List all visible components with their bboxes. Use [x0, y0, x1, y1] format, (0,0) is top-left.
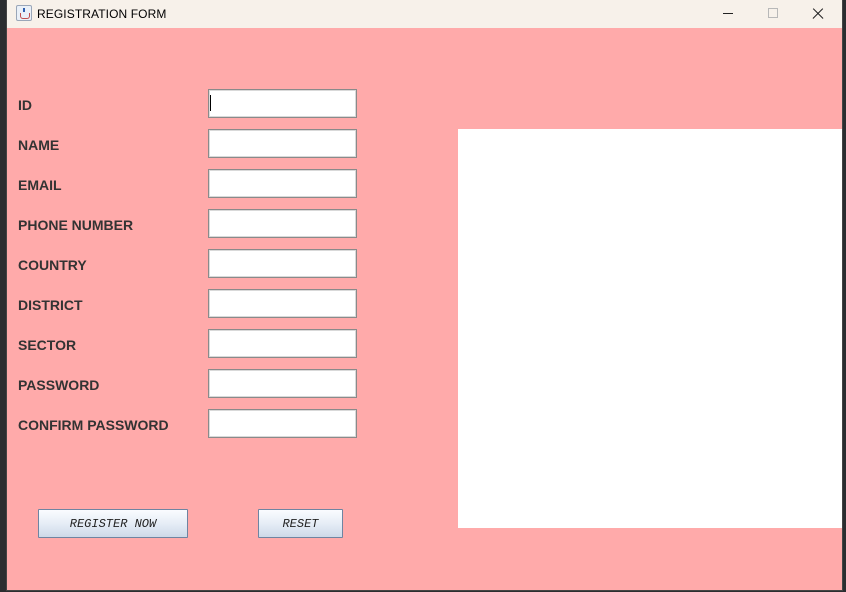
field-row-password: PASSWORD [7, 369, 367, 399]
field-row-confirm-password: CONFIRM PASSWORD [7, 409, 367, 439]
text-cursor [210, 95, 211, 111]
confirm-password-label: CONFIRM PASSWORD [18, 417, 169, 433]
district-label: DISTRICT [18, 297, 83, 313]
phone-number-label: PHONE NUMBER [18, 217, 134, 233]
name-input[interactable] [208, 129, 357, 158]
confirm-password-input[interactable] [208, 409, 357, 438]
sector-input[interactable] [208, 329, 357, 358]
field-row-district: DISTRICT [7, 289, 367, 319]
reset-button[interactable]: RESET [258, 509, 343, 538]
java-app-icon [16, 5, 32, 21]
display-panel [458, 129, 842, 528]
country-label: COUNTRY [18, 257, 87, 273]
close-icon[interactable] [795, 0, 840, 28]
field-row-sector: SECTOR [7, 329, 367, 359]
window-title: REGISTRATION FORM [37, 7, 167, 21]
email-input[interactable] [208, 169, 357, 198]
field-row-country: COUNTRY [7, 249, 367, 279]
field-row-phone-number: PHONE NUMBER [7, 209, 367, 239]
title-bar: REGISTRATION FORM [7, 0, 842, 28]
registration-window: REGISTRATION FORM ID NAME EMAIL PHONE NU… [7, 0, 842, 590]
password-input[interactable] [208, 369, 357, 398]
email-label: EMAIL [18, 177, 62, 193]
field-row-name: NAME [7, 129, 367, 159]
name-label: NAME [18, 137, 60, 153]
field-row-id: ID [7, 89, 367, 119]
password-label: PASSWORD [18, 377, 100, 393]
id-input[interactable] [208, 89, 357, 118]
register-now-button[interactable]: REGISTER NOW [38, 509, 188, 538]
country-input[interactable] [208, 249, 357, 278]
form-content: ID NAME EMAIL PHONE NUMBER COUNTRY DISTR… [7, 28, 842, 590]
phone-number-input[interactable] [208, 209, 357, 238]
sector-label: SECTOR [18, 337, 77, 353]
field-row-email: EMAIL [7, 169, 367, 199]
district-input[interactable] [208, 289, 357, 318]
minimize-icon[interactable] [705, 0, 750, 28]
maximize-icon[interactable] [750, 0, 795, 28]
id-label: ID [18, 97, 32, 113]
